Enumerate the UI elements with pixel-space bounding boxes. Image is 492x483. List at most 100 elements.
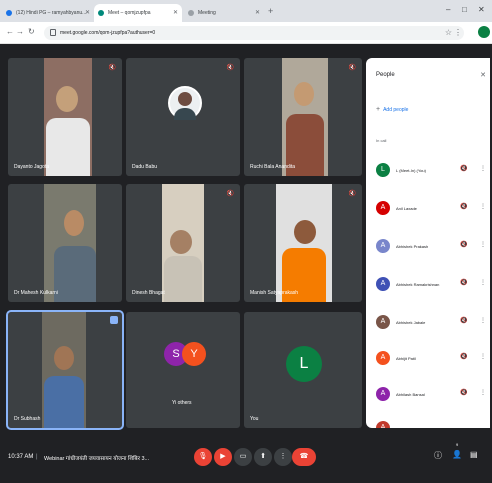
close-tab-icon[interactable]: ✕ <box>173 9 178 16</box>
more-options-icon[interactable]: ⋮ <box>480 317 486 324</box>
in-call-section-label: In call <box>376 138 387 143</box>
back-icon[interactable]: ← <box>6 27 14 36</box>
mic-off-icon: 🔇 <box>460 204 468 210</box>
participant-name: L (Meet-In) (You) <box>396 168 426 173</box>
pin-icon[interactable] <box>110 316 118 324</box>
more-options-button[interactable]: ⋮ <box>274 448 292 466</box>
close-tab-icon[interactable]: ✕ <box>85 9 90 16</box>
mic-off-icon: 🔇 <box>460 354 468 360</box>
participant-list-item[interactable]: A Abhishek Jabale 🔇 ⋮ <box>372 312 490 332</box>
participant-list-item[interactable]: A <box>372 418 490 428</box>
more-options-icon[interactable]: ⋮ <box>480 389 486 396</box>
avatar: A <box>376 201 390 215</box>
participant-list-item[interactable]: A Abhishek Ramakrishnan 🔇 ⋮ <box>372 274 490 294</box>
mic-off-icon: 🔇 <box>348 65 356 71</box>
extensions-icon[interactable]: ⋮ <box>454 28 462 37</box>
mic-off-icon: 🔇 <box>108 65 116 71</box>
avatar: L <box>286 346 322 382</box>
browser-tab[interactable]: Meeting ✕ <box>184 4 264 22</box>
participant-tile[interactable]: 🔇 Dayanto Jagota <box>8 58 122 176</box>
close-tab-icon[interactable]: ✕ <box>255 9 260 16</box>
reload-icon[interactable]: ↻ <box>28 27 35 36</box>
participant-tile[interactable]: 🔇 Dinesh Bhagat <box>126 184 240 302</box>
participant-name: You <box>250 416 259 422</box>
meeting-title: Webinar गांधीजयंती जयवासायन योजना शिबिर … <box>44 456 150 462</box>
meeting-time: 10:37 AM <box>8 454 34 460</box>
participant-name: Abhishek Jabale <box>396 320 426 325</box>
avatar: A <box>376 277 390 291</box>
participant-name: Dayanto Jagota <box>14 164 50 170</box>
browser-tab-active[interactable]: Meet – qomjzupfpa ✕ <box>94 4 182 22</box>
participant-tile[interactable]: 🔇 Ruchi Bala Anandita <box>244 58 362 176</box>
mic-off-icon: 🔇 <box>460 318 468 324</box>
participant-list-item[interactable]: A Anil Laxade 🔇 ⋮ <box>372 198 490 218</box>
add-people-label: Add people <box>383 107 409 113</box>
participant-list-item[interactable]: A Abhijit Patil 🔇 ⋮ <box>372 348 490 368</box>
participant-name: Abhijit Patil <box>396 356 416 361</box>
camera-toggle-button[interactable]: ▶ <box>214 448 232 466</box>
avatar: Y <box>182 342 206 366</box>
bookmark-star-icon[interactable]: ☆ <box>445 28 452 37</box>
mic-off-icon: 🔇 <box>460 242 468 248</box>
tab-label: Meeting <box>198 10 216 16</box>
mic-off-icon: 🔇 <box>348 191 356 197</box>
mic-off-icon: 🔇 <box>226 65 234 71</box>
mic-off-icon: 🔇 <box>226 191 234 197</box>
maximize-icon[interactable]: □ <box>462 5 467 14</box>
participant-name: Ruchi Bala Anandita <box>250 164 296 170</box>
chat-icon[interactable]: ▤ <box>470 450 478 459</box>
close-window-icon[interactable]: ✕ <box>478 5 485 14</box>
participant-video <box>282 58 328 176</box>
participant-video <box>276 184 332 302</box>
url-input[interactable]: meet.google.com/qom-jzupfpa?authuser=0 ☆… <box>44 26 464 40</box>
participant-list-item[interactable]: L L (Meet-In) (You) 🔇 ⋮ <box>372 160 490 180</box>
mic-off-icon: 🔇 <box>460 166 468 172</box>
more-options-icon[interactable]: ⋮ <box>480 165 486 172</box>
tab-favicon-icon <box>6 10 12 16</box>
info-icon[interactable]: ⓘ <box>434 450 442 461</box>
more-options-icon[interactable]: ⋮ <box>480 279 486 286</box>
captions-button[interactable]: ▭ <box>234 448 252 466</box>
mic-off-icon: 🔇 <box>460 390 468 396</box>
browser-tab-bar: (12) Hindi PG – ramyahbyanu... ✕ Meet – … <box>0 0 492 22</box>
participant-name: Dinesh Bhagat <box>132 290 165 296</box>
forward-icon[interactable]: → <box>16 27 24 36</box>
avatar: A <box>376 421 390 428</box>
minimize-icon[interactable]: – <box>446 5 450 14</box>
close-icon[interactable]: ✕ <box>480 71 486 79</box>
more-options-icon[interactable]: ⋮ <box>480 241 486 248</box>
participant-list-item[interactable]: A Abhishek Prakash 🔇 ⋮ <box>372 236 490 256</box>
participant-tile-self[interactable]: L You <box>244 312 362 428</box>
participant-tile[interactable]: Dr Mahesh Kulkarni <box>8 184 122 302</box>
people-icon[interactable]: 👤 <box>452 450 462 459</box>
new-tab-button[interactable]: + <box>268 6 273 16</box>
mic-toggle-button[interactable]: 🎙 <box>194 448 212 466</box>
participant-tile[interactable]: 🔇 Dadu Babu <box>126 58 240 176</box>
profile-avatar[interactable] <box>478 26 490 38</box>
participant-name: Dr Mahesh Kulkarni <box>14 290 58 296</box>
lock-icon <box>50 29 56 36</box>
add-people-button[interactable]: + Add people <box>376 106 408 113</box>
participant-name: Abhishek Prakash <box>396 244 429 249</box>
participant-video <box>44 58 92 176</box>
participant-name: Yi others <box>172 400 192 406</box>
tab-favicon-icon <box>188 10 194 16</box>
more-options-icon[interactable]: ⋮ <box>480 203 486 210</box>
tab-label: Meet – qomjzupfpa <box>108 10 151 16</box>
avatar: L <box>376 163 390 177</box>
participant-tile-pinned[interactable]: Dr Subhash <box>6 310 124 430</box>
participant-tile[interactable]: 🔇 Manish Satyaprakash <box>244 184 362 302</box>
participant-name: Dadu Babu <box>132 164 158 170</box>
address-bar: ← → ↻ meet.google.com/qom-jzupfpa?authus… <box>0 22 492 44</box>
leave-call-button[interactable]: ☎ <box>292 448 316 466</box>
browser-tab[interactable]: (12) Hindi PG – ramyahbyanu... ✕ <box>2 4 94 22</box>
meeting-controls-bar: 10:37 AM | Webinar गांधीजयंती जयवासायन य… <box>0 438 492 483</box>
more-options-icon[interactable]: ⋮ <box>480 353 486 360</box>
separator: | <box>36 454 38 460</box>
participant-name: Dr Subhash <box>14 416 41 422</box>
participant-video <box>44 184 96 302</box>
participant-tile-group[interactable]: S Y Yi others <box>126 312 240 428</box>
participant-name: Abhilash Bansal <box>396 392 425 397</box>
present-button[interactable]: ⬆ <box>254 448 272 466</box>
participant-list-item[interactable]: A Abhilash Bansal 🔇 ⋮ <box>372 384 490 404</box>
